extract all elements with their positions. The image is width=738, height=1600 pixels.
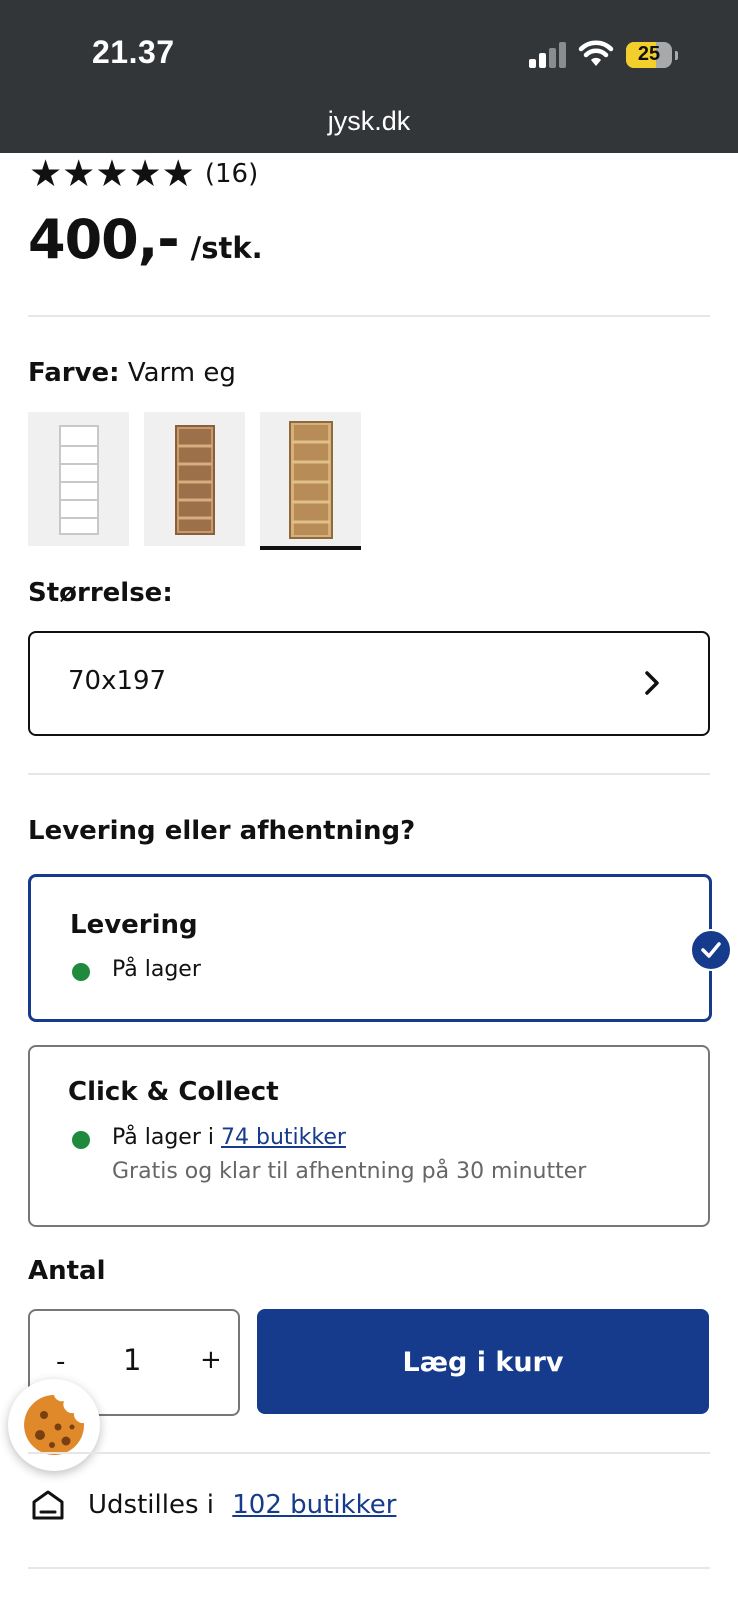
quantity-increase-button[interactable]: +: [200, 1345, 222, 1375]
divider: [28, 773, 710, 775]
color-swatch-warm-oak[interactable]: [260, 412, 361, 550]
battery-icon: 25: [626, 42, 678, 68]
display-stores-prefix: Udstilles i: [88, 1490, 223, 1520]
rating-stars: ★★★★★: [29, 152, 195, 195]
chevron-right-icon: [645, 671, 659, 695]
color-swatch-white[interactable]: [28, 412, 129, 546]
add-to-cart-button[interactable]: Læg i kurv: [257, 1309, 709, 1414]
status-prefix: På lager i: [112, 1125, 221, 1150]
cookie-icon: [24, 1395, 85, 1455]
delivery-option-levering[interactable]: Levering På lager: [28, 874, 712, 1022]
color-value: Varm eg: [127, 358, 236, 388]
pickup-note: Gratis og klar til afhentning på 30 minu…: [112, 1159, 587, 1184]
quantity-value[interactable]: 1: [123, 1343, 141, 1377]
display-stores-row: Udstilles i 102 butikker: [30, 1487, 396, 1523]
check-icon: [701, 942, 721, 958]
color-row: Farve: Varm eg: [28, 358, 236, 388]
stores-link[interactable]: 74 butikker: [221, 1125, 346, 1150]
signal-icon: [529, 42, 567, 68]
color-swatch-oak[interactable]: [144, 412, 245, 546]
delivery-option-click-collect[interactable]: Click & Collect På lager i 74 butikker G…: [28, 1045, 710, 1227]
size-label: Størrelse:: [28, 578, 173, 608]
option-title: Levering: [70, 910, 198, 940]
selected-check-icon: [690, 929, 732, 971]
display-stores-link[interactable]: 102 butikker: [232, 1490, 396, 1520]
product-price: 400,- /stk.: [28, 208, 263, 271]
product-rating[interactable]: ★★★★★ (16): [29, 154, 258, 194]
divider: [28, 315, 710, 317]
quantity-decrease-button[interactable]: -: [56, 1347, 65, 1377]
size-selector[interactable]: 70x197: [28, 631, 710, 736]
divider: [28, 1452, 710, 1454]
quantity-label: Antal: [28, 1256, 106, 1286]
address-bar[interactable]: jysk.dk: [0, 106, 738, 137]
price-value: 400,-: [28, 208, 180, 271]
wifi-icon: [578, 40, 614, 66]
review-count: (16): [204, 159, 259, 189]
battery-percent: 25: [637, 43, 661, 65]
delivery-heading: Levering eller afhentning?: [28, 816, 416, 846]
in-stock-indicator: [72, 1131, 90, 1149]
bookcase-oak-image: [175, 425, 215, 535]
bookcase-warm-oak-image: [289, 421, 333, 539]
option-status: På lager: [112, 957, 201, 982]
price-unit: /stk.: [190, 231, 263, 265]
size-value: 70x197: [68, 666, 167, 696]
status-time: 21.37: [92, 34, 175, 70]
display-stores-text: Udstilles i 102 butikker: [88, 1490, 396, 1520]
option-title: Click & Collect: [68, 1077, 279, 1107]
in-stock-indicator: [72, 963, 90, 981]
store-icon: [32, 1490, 64, 1520]
divider: [28, 1567, 710, 1569]
color-label: Farve:: [28, 358, 120, 388]
option-status: På lager i 74 butikker: [112, 1125, 346, 1150]
status-bar: 21.37 25 jysk.dk: [0, 0, 738, 153]
bookcase-white-image: [59, 425, 99, 535]
cookie-settings-button[interactable]: [8, 1379, 100, 1471]
